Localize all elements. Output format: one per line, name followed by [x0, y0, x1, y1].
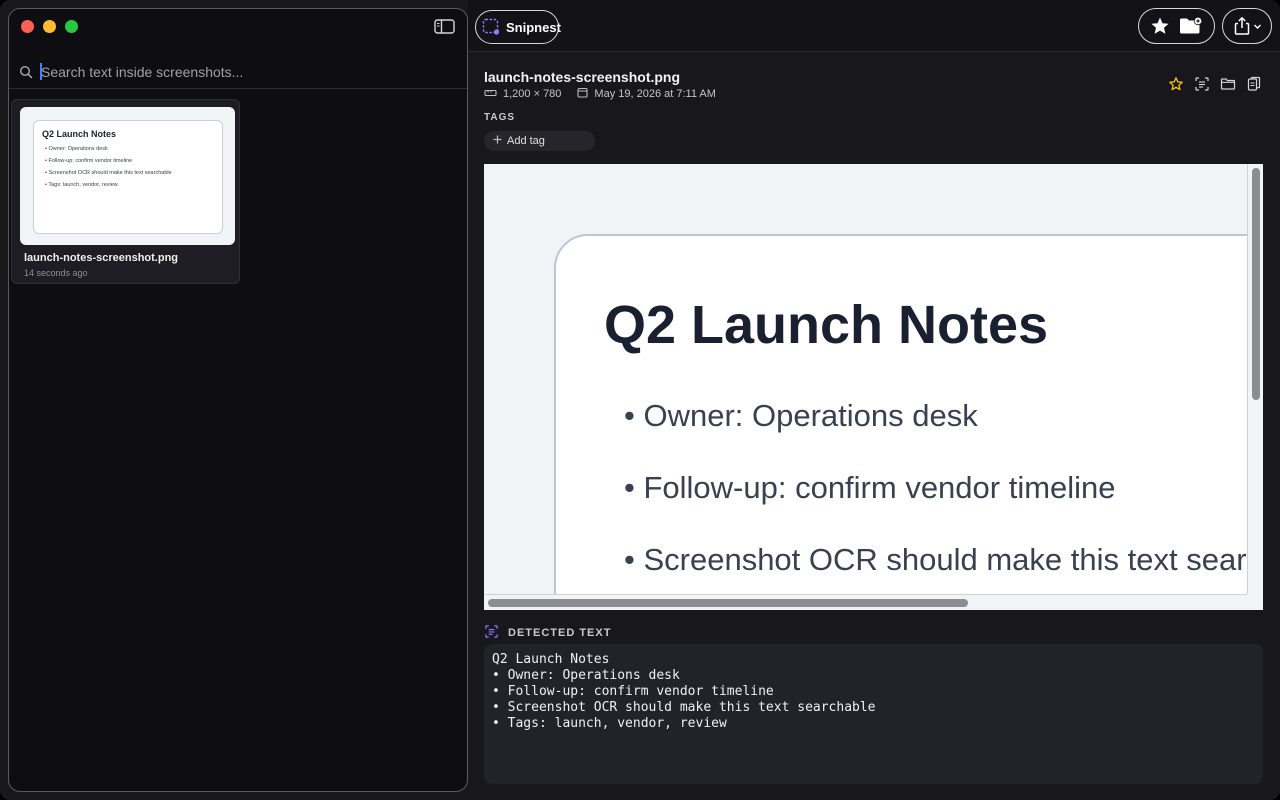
vertical-scroll-thumb[interactable] — [1252, 168, 1260, 400]
detail-actions — [1168, 76, 1262, 92]
app-name: Snipnest — [506, 19, 561, 35]
screenshot-preview[interactable]: Q2 Launch Notes • Owner: Operations desk… — [484, 164, 1247, 594]
preview-line: • Follow-up: confirm vendor timeline — [624, 470, 1116, 505]
preview-document: Q2 Launch Notes • Owner: Operations desk… — [554, 234, 1247, 594]
toolbar: Snipnest — [468, 0, 1280, 52]
chevron-down-icon — [1253, 22, 1262, 31]
folder-icon[interactable] — [1220, 76, 1236, 92]
thumbnail-document: Q2 Launch Notes • Owner: Operations desk… — [33, 120, 223, 234]
sidebar: Q2 Launch Notes • Owner: Operations desk… — [8, 8, 468, 792]
star-icon[interactable] — [1149, 15, 1171, 37]
detected-text-label: DETECTED TEXT — [508, 627, 612, 639]
capture-date: May 19, 2026 at 7:11 AM — [594, 88, 716, 100]
add-tag-button[interactable]: Add tag — [484, 131, 595, 151]
close-window-button[interactable] — [21, 20, 34, 33]
scroll-corner — [1247, 594, 1263, 610]
screenshot-thumbnail: Q2 Launch Notes • Owner: Operations desk… — [20, 107, 235, 245]
text-scan-icon — [484, 624, 499, 642]
thumbnail-line: • Follow-up: confirm vendor timeline — [45, 158, 133, 164]
share-menu-button[interactable] — [1222, 8, 1272, 44]
search-bar — [9, 59, 467, 89]
thumbnail-line: • Owner: Operations desk — [45, 146, 108, 152]
file-metadata: 1,200 × 780 May 19, 2026 at 7:11 AM — [484, 87, 716, 101]
folder-add-icon[interactable] — [1178, 15, 1204, 37]
horizontal-scrollbar[interactable] — [484, 594, 1247, 610]
preview-line: • Screenshot OCR should make this text s… — [624, 542, 1247, 577]
preview-line: • Owner: Operations desk — [624, 398, 978, 433]
copy-icon[interactable] — [1246, 76, 1262, 92]
card-timestamp: 14 seconds ago — [24, 268, 88, 278]
app-logo-icon — [482, 18, 500, 36]
ruler-icon — [484, 88, 497, 101]
file-title: launch-notes-screenshot.png — [484, 69, 681, 85]
card-filename: launch-notes-screenshot.png — [24, 252, 179, 264]
sidebar-toggle-icon[interactable] — [434, 19, 456, 35]
share-icon — [1233, 16, 1251, 36]
toolbar-action-group — [1138, 8, 1215, 44]
minimize-window-button[interactable] — [43, 20, 56, 33]
detected-text-heading: DETECTED TEXT — [484, 624, 611, 642]
text-cursor — [40, 63, 42, 80]
search-input[interactable] — [39, 61, 449, 83]
tags-heading: TAGS — [484, 112, 516, 123]
detail-pane: launch-notes-screenshot.png 1,200 × 780 … — [468, 52, 1280, 800]
horizontal-scroll-thumb[interactable] — [488, 599, 968, 607]
plus-icon — [493, 135, 502, 147]
favorite-star-icon[interactable] — [1168, 76, 1184, 92]
thumbnail-line: • Screenshot OCR should make this text s… — [45, 170, 172, 176]
zoom-window-button[interactable] — [65, 20, 78, 33]
preview-title: Q2 Launch Notes — [604, 295, 1049, 355]
thumbnail-title: Q2 Launch Notes — [42, 129, 117, 139]
window-controls — [21, 20, 78, 33]
search-icon — [19, 65, 33, 79]
thumbnail-line: • Tags: launch, vendor, review — [45, 182, 118, 188]
detected-text-area[interactable]: Q2 Launch Notes • Owner: Operations desk… — [484, 644, 1263, 784]
image-dimensions: 1,200 × 780 — [503, 88, 562, 100]
add-tag-label: Add tag — [507, 135, 545, 147]
vertical-scrollbar[interactable] — [1247, 164, 1263, 594]
calendar-icon — [577, 87, 588, 101]
app-window: Q2 Launch Notes • Owner: Operations desk… — [0, 0, 1280, 800]
text-scan-icon[interactable] — [1194, 76, 1210, 92]
screenshot-card[interactable]: Q2 Launch Notes • Owner: Operations desk… — [11, 99, 240, 284]
app-menu-button[interactable]: Snipnest — [475, 10, 561, 44]
